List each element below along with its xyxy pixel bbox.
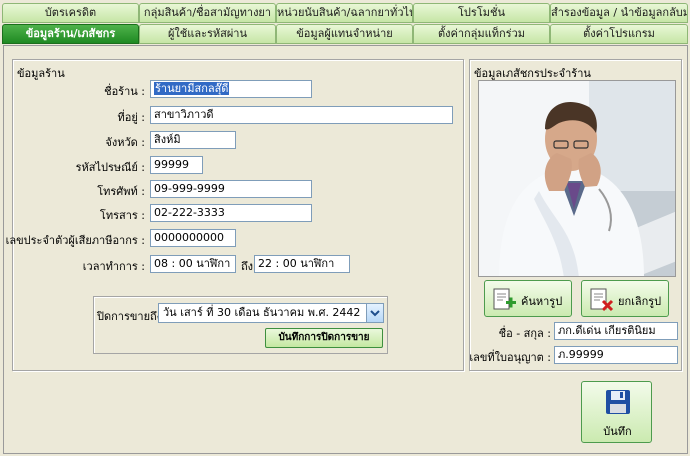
license-field[interactable]: ภ.99999 [554, 346, 678, 364]
hours-label: เวลาทำการ : [82, 260, 145, 273]
tab-unit-label[interactable]: หน่วยนับสินค้า/ฉลากยาทั่วไป [276, 3, 413, 23]
tab-row-1: บัตรเครดิต กลุ่มสินค้า/ชื่อสามัญทางยา หน… [2, 3, 688, 23]
tab-product-group[interactable]: กลุ่มสินค้า/ชื่อสามัญทางยา [139, 3, 276, 23]
store-name-label: ชื่อร้าน : [104, 85, 145, 98]
open-time-field[interactable]: 08 : 00 นาฬิกา [150, 255, 236, 273]
search-image-icon [491, 287, 517, 316]
address-label: ที่อยู่ : [117, 111, 145, 124]
dropdown-arrow-icon[interactable] [366, 304, 383, 322]
tab-users-passwords[interactable]: ผู้ใช้และรหัสผ่าน [139, 24, 276, 44]
save-button[interactable]: บันทึก [581, 381, 652, 443]
closing-date-combo[interactable]: วัน เสาร์ ที่ 30 เดือน ธันวาคม พ.ศ. 2442 [158, 303, 384, 323]
postcode-field[interactable]: 99999 [150, 156, 203, 174]
closing-date-value: วัน เสาร์ ที่ 30 เดือน ธันวาคม พ.ศ. 2442 [163, 306, 361, 319]
cancel-image-icon [588, 287, 614, 316]
tab-row-2: ข้อมูลร้าน/เภสัชกร ผู้ใช้และรหัสผ่าน ข้อ… [2, 24, 688, 44]
save-closing-button[interactable]: บันทึกการปิดการขาย [265, 328, 383, 348]
tab-backup-restore[interactable]: สำรองข้อมูล / นำข้อมูลกลับมา [550, 3, 688, 23]
pharmacist-name-field[interactable]: ภก.ดีเด่น เกียรตินิยม [554, 322, 678, 340]
close-time-field[interactable]: 22 : 00 นาฬิกา [254, 255, 350, 273]
license-label: เลขที่ใบอนุญาต : [469, 351, 551, 364]
floppy-disk-icon [604, 388, 632, 419]
tab-distributors[interactable]: ข้อมูลผู้แทนจำหน่าย [276, 24, 413, 44]
tab-credit-card[interactable]: บัตรเครดิต [2, 3, 139, 23]
pharmacist-photo [478, 80, 676, 277]
search-image-label: ค้นหารูป [521, 295, 563, 308]
save-label: บันทึก [603, 425, 632, 438]
province-label: จังหวัด : [105, 136, 145, 149]
to-label: ถึง [241, 260, 254, 273]
fax-label: โทรสาร : [99, 209, 145, 222]
cancel-image-label: ยกเลิกรูป [618, 295, 662, 308]
postcode-label: รหัสไปรษณีย์ : [75, 161, 145, 174]
tab-store-pharmacist[interactable]: ข้อมูลร้าน/เภสัชกร [2, 24, 139, 44]
main-frame: ข้อมูลร้าน ชื่อร้าน : ร้านยามีสกลสุ๊ดี ท… [3, 45, 688, 454]
pharmacist-group: ข้อมูลเภสัชกรประจำร้าน ค้นหารูป ยกเลิกรู… [469, 59, 682, 371]
search-image-button[interactable]: ค้นหารูป [484, 280, 572, 317]
sales-closing-panel: ปิดการขายถึง วัน เสาร์ ที่ 30 เดือน ธันว… [93, 296, 388, 354]
store-name-field[interactable]: ร้านยามีสกลสุ๊ดี [150, 80, 312, 98]
province-field[interactable]: สิงห์มิ [150, 131, 236, 149]
fax-field[interactable]: 02-222-3333 [150, 204, 312, 222]
tab-program-settings[interactable]: ตั้งค่าโปรแกรม [550, 24, 688, 44]
address-field[interactable]: สาขาวิภาวดี [150, 106, 453, 124]
phone-field[interactable]: 09-999-9999 [150, 180, 312, 198]
pharmacist-name-label: ชื่อ - สกุล : [498, 327, 551, 340]
store-info-title: ข้อมูลร้าน [17, 67, 65, 80]
taxid-field[interactable]: 0000000000 [150, 229, 236, 247]
store-info-group: ข้อมูลร้าน ชื่อร้าน : ร้านยามีสกลสุ๊ดี ท… [6, 59, 464, 371]
cancel-image-button[interactable]: ยกเลิกรูป [581, 280, 669, 317]
tab-tag-group-settings[interactable]: ตั้งค่ากลุ่มแท็กร่วม [413, 24, 550, 44]
taxid-label: เลขประจำตัวผู้เสียภาษีอากร : [5, 234, 145, 247]
phone-label: โทรศัพท์ : [97, 185, 145, 198]
tab-promotion[interactable]: โปรโมชั่น [413, 3, 550, 23]
closing-label: ปิดการขายถึง [97, 310, 163, 323]
